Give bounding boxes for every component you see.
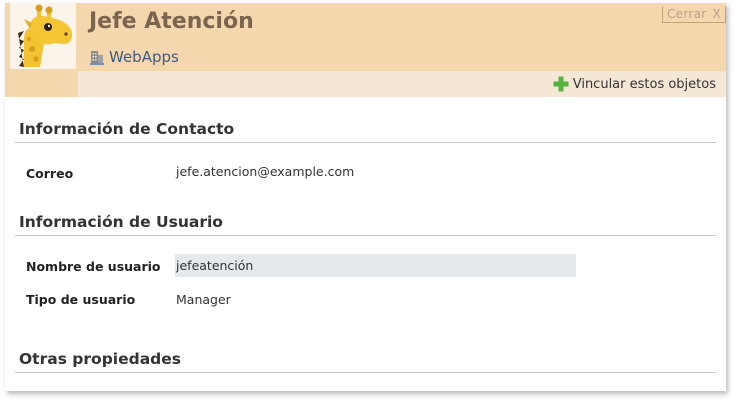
user-type-label: Tipo de usuario	[26, 292, 136, 307]
email-label: Correo	[26, 166, 74, 181]
username-label: Nombre de usuario	[26, 259, 161, 274]
section-divider	[15, 235, 716, 236]
user-type-value: Manager	[176, 292, 231, 307]
email-value: jefe.atencion@example.com	[176, 164, 355, 179]
header-toolbar: Vincular estos objetos	[78, 71, 726, 97]
close-icon: X	[712, 7, 722, 21]
section-title-user: Información de Usuario	[19, 213, 223, 231]
building-icon	[90, 49, 104, 65]
close-label: Cerrar	[667, 7, 707, 21]
username-value: jefeatención	[176, 258, 254, 273]
page-title: Jefe Atención	[89, 9, 254, 34]
contact-detail-panel: Jefe Atención WebApps Cerrar X Vincular …	[5, 3, 726, 391]
section-title-other: Otras propiedades	[19, 350, 182, 368]
section-divider	[15, 142, 716, 143]
panel-header: Jefe Atención WebApps Cerrar X Vincular …	[5, 3, 726, 97]
giraffe-icon	[10, 3, 76, 69]
plus-icon	[553, 76, 569, 92]
username-field: jefeatención	[175, 254, 576, 277]
section-divider	[15, 372, 716, 373]
section-title-contact: Información de Contacto	[19, 120, 235, 138]
organization-row: WebApps	[90, 46, 179, 68]
close-button[interactable]: Cerrar X	[662, 6, 726, 23]
link-objects-button[interactable]: Vincular estos objetos	[553, 74, 716, 94]
organization-link[interactable]: WebApps	[109, 48, 179, 66]
link-objects-label: Vincular estos objetos	[572, 76, 716, 92]
